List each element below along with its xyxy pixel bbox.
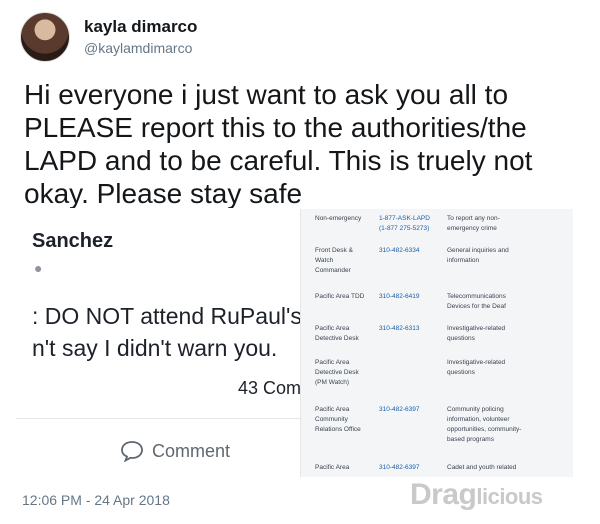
table-cell: General inquiries and [447, 247, 509, 254]
phone-number[interactable]: (1-877 275-5273) [379, 224, 443, 234]
phone-number[interactable]: 310-482-6397 [379, 405, 443, 415]
table-cell: Pacific Area [315, 406, 350, 413]
table-cell: Watch [315, 257, 334, 264]
table-cell: Investigative-related [447, 359, 506, 366]
comment-icon [121, 441, 143, 462]
table-cell: opportunities, community- [447, 426, 522, 433]
display-name[interactable]: kayla dimarco [84, 17, 197, 37]
avatar[interactable] [20, 12, 70, 62]
table-cell: Investigative-related [447, 325, 506, 332]
watermark-small: licious [476, 484, 543, 509]
table-cell: (PM Watch) [315, 379, 350, 386]
table-cell: Pacific Area [315, 359, 350, 366]
table-cell: information [447, 257, 480, 264]
table-cell: Community policing [447, 406, 504, 413]
table-cell: based programs [447, 436, 494, 443]
table-cell: To report any non- [447, 215, 500, 222]
phone-number[interactable]: 310-482-6419 [379, 292, 443, 302]
table-cell: Pacific Area [315, 325, 350, 332]
table-cell: Commander [315, 267, 351, 274]
post-text-line: n't say I didn't warn you. [32, 335, 278, 361]
tweet-text-line: PLEASE report this to the authorities/th… [24, 112, 527, 143]
tweet-text-line: LAPD and to be careful. This is truely n… [24, 145, 533, 176]
tweet-text-line: Hi everyone i just want to ask you all t… [24, 79, 509, 110]
table-cell: emergency crime [447, 225, 497, 232]
comment-label: Comment [152, 440, 231, 461]
table-cell: Relations Office [315, 426, 361, 433]
table-cell: Detective Desk [315, 335, 359, 342]
post-text-line: : DO NOT attend RuPaul's D [32, 303, 316, 329]
table-cell: Cadet and youth related [447, 464, 517, 471]
lapd-contact-table: Non-emergency 1-877-ASK-LAPD (1-877 275-… [300, 209, 573, 477]
comment-button: Comment [120, 440, 230, 462]
table-cell: information, volunteer [447, 416, 510, 423]
table-cell: questions [447, 335, 475, 342]
tweet-text: Hi everyone i just want to ask you all t… [24, 78, 584, 210]
phone-number[interactable]: 310-482-6397 [379, 463, 443, 473]
divider [16, 418, 316, 419]
phone-number[interactable]: 310-482-6313 [379, 324, 443, 334]
table-cell: Devices for the Deaf [447, 303, 506, 310]
phone-number[interactable]: 1-877-ASK-LAPD [379, 214, 443, 224]
table-cell: Non-emergency [315, 215, 362, 222]
table-cell: Detective Desk [315, 369, 359, 376]
table-cell: Pacific Area [315, 464, 350, 471]
table-cell: Pacific Area TDD [315, 293, 365, 300]
table-cell: Community [315, 416, 348, 423]
table-cell: questions [447, 369, 475, 376]
comment-count: 43 Com [238, 378, 302, 398]
watermark-main: Drag [410, 478, 477, 511]
embedded-facebook-post: Sanchez ● : DO NOT attend RuPaul's D n't… [16, 208, 316, 480]
phone-number[interactable]: 310-482-6334 [379, 246, 443, 256]
post-author-name: Sanchez [32, 230, 114, 252]
watermark-logo: Draglicious [410, 478, 543, 512]
tweet-text-line: okay. Please stay safe [24, 178, 303, 209]
table-cell: Front Desk & [315, 247, 353, 254]
globe-icon: ● [34, 260, 43, 276]
tweet-timestamp[interactable]: 12:06 PM - 24 Apr 2018 [22, 492, 170, 508]
post-text: : DO NOT attend RuPaul's D n't say I did… [32, 300, 316, 364]
user-handle[interactable]: @kaylamdimarco [84, 40, 192, 56]
table-cell: Telecommunications [447, 293, 506, 300]
